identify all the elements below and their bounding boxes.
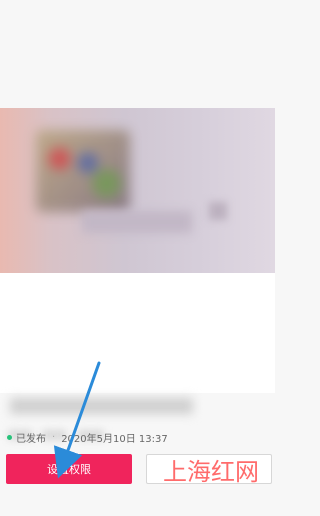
status-separator: · [52,431,56,443]
blurred-title [10,398,193,414]
blurred-thumbnail [36,130,130,212]
publish-status-line: 已发布 · 2020年5月10日 13:37 [7,431,227,445]
status-label: 已发布 [16,433,46,445]
blurred-overlay-mark [209,202,227,220]
set-permissions-button[interactable]: 设置权限 [6,454,132,484]
top-blank-space [0,0,275,108]
content-blank-area [0,273,275,393]
secondary-action-button[interactable] [146,454,272,484]
video-preview[interactable] [0,108,275,273]
publish-timestamp: 2020年5月10日 13:37 [61,433,168,445]
blurred-caption [82,211,192,233]
published-dot-icon [7,434,12,440]
set-permissions-label: 设置权限 [47,463,91,476]
